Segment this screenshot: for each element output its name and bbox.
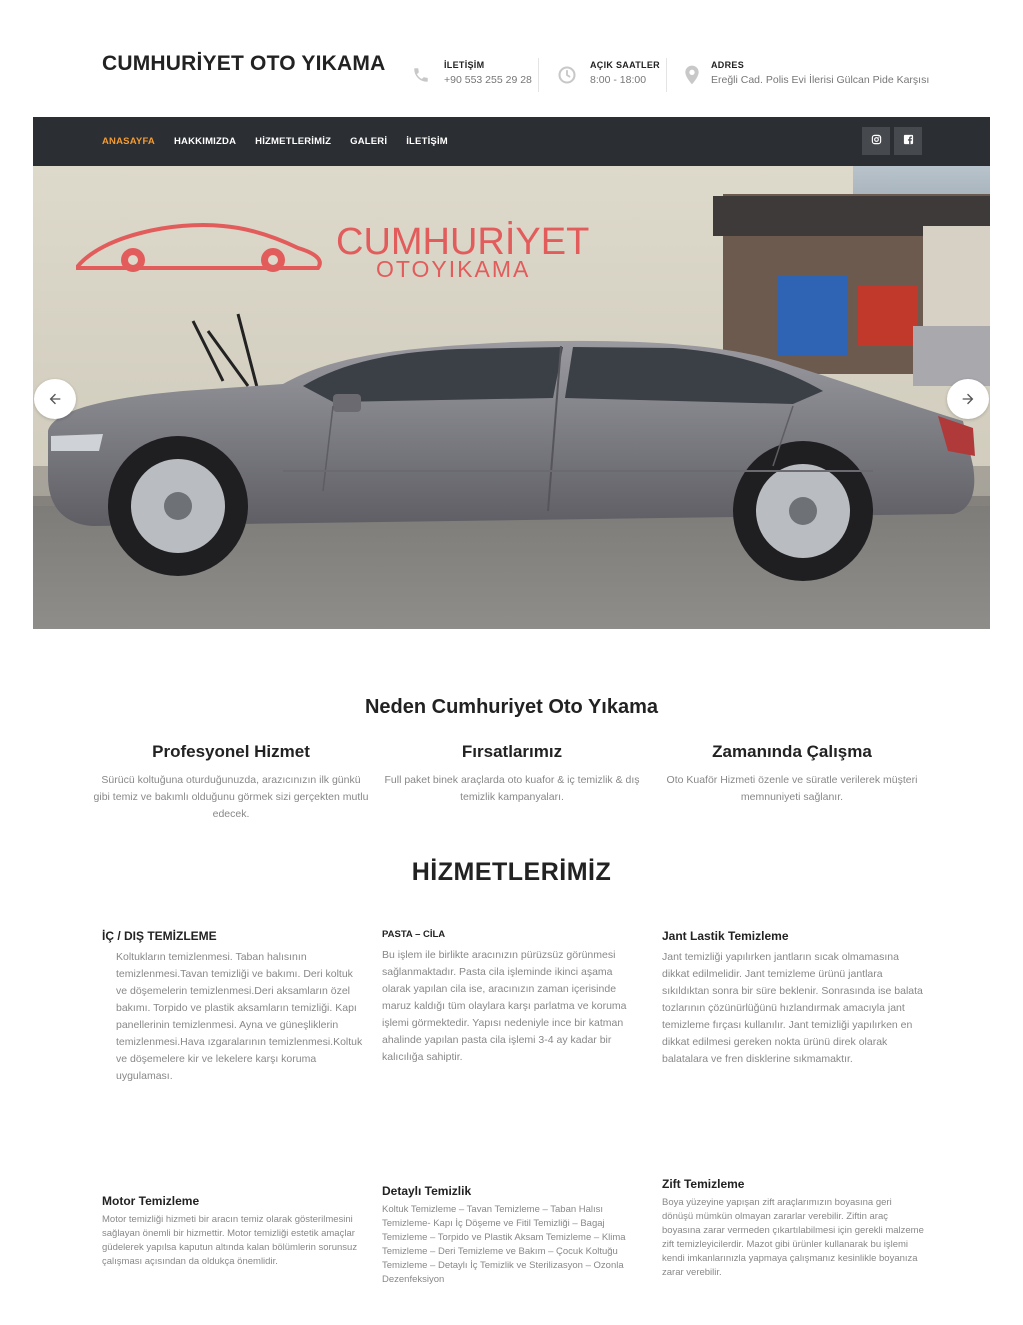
sign-line2: OTOYIKAMA (376, 256, 530, 282)
arrow-right-icon (960, 391, 976, 407)
service-tar: Zift Temizleme Boya yüzeyine yapışan zif… (662, 1177, 924, 1280)
slider-next-button[interactable] (947, 379, 989, 419)
service-title: Detaylı Temizlik (382, 1184, 472, 1198)
service-text: Bu işlem ile birlikte aracınızın pürüzsü… (382, 949, 627, 1063)
contact-phone[interactable]: +90 553 255 29 28 (444, 74, 532, 86)
feature-professional: Profesyonel Hizmet Sürücü koltuğuna otur… (93, 742, 369, 823)
hero-slider: CUMHURİYET OTOYIKAMA (33, 166, 990, 629)
site-brand[interactable]: CUMHURİYET OTO YIKAMA (102, 52, 385, 76)
feature-text: Sürücü koltuğuna oturduğunuzda, arazıcın… (93, 774, 369, 820)
contact-label: İLETİŞİM (444, 60, 485, 70)
address-info: ADRES Ereğli Cad. Polis Evi İlerisi Gülc… (681, 60, 929, 86)
service-engine: Motor Temizleme Motor temizliği hizmeti … (102, 1194, 364, 1269)
header-divider (666, 58, 667, 92)
nav-item-hakkimizda[interactable]: HAKKIMIZDA (174, 136, 236, 147)
service-text: Jant temizliği yapılırken jantların sıca… (662, 951, 923, 1065)
nav-item-hizmetlerimiz[interactable]: HİZMETLERİMİZ (255, 136, 331, 147)
service-title: Motor Temizleme (102, 1194, 200, 1208)
feature-opportunities: Fırsatlarımız Full paket binek araçlarda… (374, 742, 650, 806)
facebook-button[interactable] (894, 127, 922, 155)
feature-title: Profesyonel Hizmet (152, 742, 310, 761)
arrow-left-icon (47, 391, 63, 407)
service-text: Koltukların temizlenmesi. Taban halısını… (116, 951, 363, 1082)
service-title: PASTA – CİLA (382, 929, 446, 940)
feature-text: Full paket binek araçlarda oto kuafor & … (384, 774, 640, 803)
feature-ontime: Zamanında Çalışma Oto Kuaför Hizmeti öze… (654, 742, 930, 806)
service-title: Zift Temizleme (662, 1177, 745, 1191)
nav-item-anasayfa[interactable]: ANASAYFA (102, 136, 155, 147)
feature-title: Fırsatlarımız (461, 742, 563, 761)
service-detailed: Detaylı Temizlik Koltuk Temizleme – Tava… (382, 1184, 644, 1287)
service-text: Motor temizliği hizmeti bir aracın temiz… (102, 1214, 358, 1267)
hours-label: AÇIK SAATLER (590, 60, 660, 70)
address-label: ADRES (711, 60, 745, 70)
feature-title: Zamanında Çalışma (712, 742, 872, 761)
slider-prev-button[interactable] (34, 379, 76, 419)
service-wheel: Jant Lastik Temizleme Jant temizliği yap… (662, 929, 924, 1068)
facebook-icon (903, 132, 914, 150)
feature-text: Oto Kuaför Hizmeti özenle ve süratle ver… (666, 774, 918, 803)
header-divider (538, 58, 539, 92)
nav-menu: ANASAYFA HAKKIMIZDA HİZMETLERİMİZ GALERİ… (102, 117, 467, 166)
phone-icon (410, 64, 432, 86)
location-pin-icon (681, 64, 703, 86)
service-interior-exterior: İÇ / DIŞ TEMİZLEME Koltukların temizlenm… (102, 929, 364, 1085)
instagram-icon (871, 132, 882, 150)
why-section-title: Neden Cumhuriyet Oto Yıkama (364, 696, 659, 718)
service-text: Boya yüzeyine yapışan zift araçlarımızın… (662, 1197, 924, 1278)
nav-item-iletisim[interactable]: İLETİŞİM (406, 136, 448, 147)
contact-info: İLETİŞİM +90 553 255 29 28 (410, 60, 532, 86)
address-value: Ereğli Cad. Polis Evi İlerisi Gülcan Pid… (711, 74, 930, 86)
hero-image: CUMHURİYET OTOYIKAMA (33, 166, 990, 629)
nav-item-galeri[interactable]: GALERİ (350, 136, 387, 147)
main-navbar: ANASAYFA HAKKIMIZDA HİZMETLERİMİZ GALERİ… (33, 117, 990, 166)
service-title: Jant Lastik Temizleme (662, 929, 789, 943)
clock-icon (556, 64, 578, 86)
services-section-title: HİZMETLERİMİZ (411, 858, 612, 886)
instagram-button[interactable] (862, 127, 890, 155)
hours-info: AÇIK SAATLER 8:00 - 18:00 (556, 60, 660, 86)
service-polish: PASTA – CİLA Bu işlem ile birlikte aracı… (382, 929, 644, 1066)
hours-value: 8:00 - 18:00 (590, 74, 647, 86)
service-text: Koltuk Temizleme – Tavan Temizleme – Tab… (382, 1204, 626, 1285)
service-title: İÇ / DIŞ TEMİZLEME (102, 929, 217, 943)
